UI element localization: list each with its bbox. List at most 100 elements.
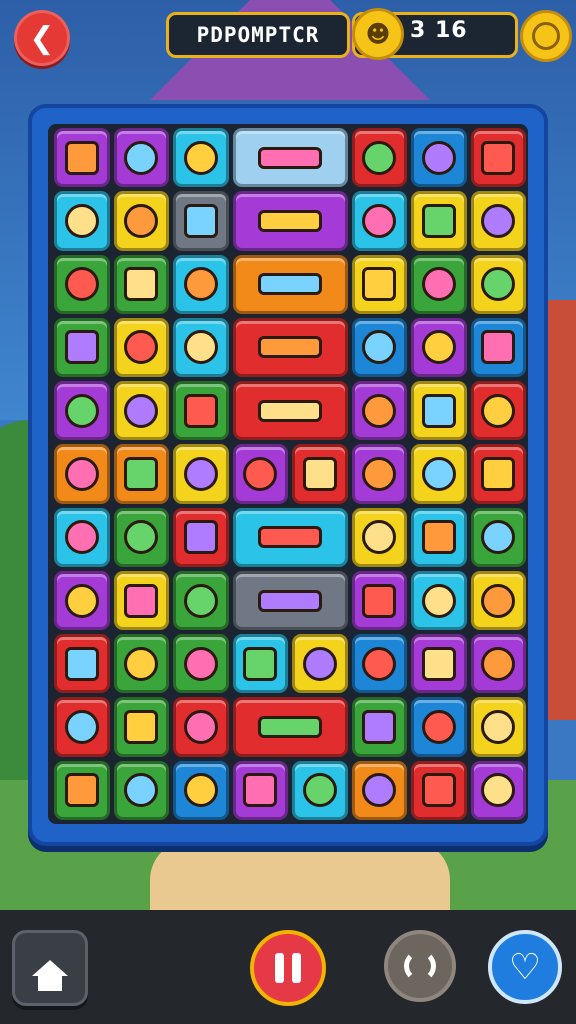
tile-blue-blob[interactable] (113, 570, 169, 631)
tile-globe[interactable] (411, 507, 467, 567)
tile-tree-and-clock[interactable] (232, 507, 348, 567)
tile-crate[interactable] (351, 444, 407, 504)
tile-blue-ball[interactable] (173, 381, 229, 441)
tile-blue-creature[interactable] (54, 191, 110, 251)
tile-jar[interactable] (173, 697, 229, 757)
tile-yellow-tree[interactable] (232, 760, 288, 820)
tile-purple-egg[interactable] (411, 128, 467, 188)
tile-bald-face[interactable] (470, 570, 526, 631)
tile-gingerbread-and-crayon[interactable] (232, 570, 348, 631)
ice-cream-icon (481, 456, 516, 491)
tile-fox-face[interactable] (411, 381, 467, 441)
pause-button[interactable] (250, 930, 326, 1006)
tile-yellow-face[interactable] (470, 507, 526, 567)
tile-red-ball[interactable] (173, 634, 229, 694)
tile-green-blob[interactable] (351, 634, 407, 694)
tile-green-tree[interactable] (232, 634, 288, 694)
tile-robot-face[interactable] (113, 760, 169, 820)
tile-blue-shell[interactable] (351, 697, 407, 757)
back-button[interactable]: ❮ (14, 10, 70, 66)
tile-green-box[interactable] (411, 254, 467, 314)
tile-blue-egg[interactable] (173, 760, 229, 820)
tile-green-tooth[interactable] (351, 317, 407, 378)
tile-pink-balloon[interactable] (173, 254, 229, 314)
tile-girl-face[interactable] (113, 381, 169, 441)
tile-orange-fish[interactable] (113, 634, 169, 694)
cat-face-icon (124, 203, 159, 238)
tile-splash[interactable] (173, 507, 229, 567)
tile-gift-box[interactable] (173, 444, 229, 504)
tile-bowl[interactable] (173, 570, 229, 631)
tile-orange-blob[interactable] (54, 128, 110, 188)
card-icon (481, 710, 516, 745)
tile-green-splat[interactable] (411, 760, 467, 820)
tile-sun-face[interactable] (411, 444, 467, 504)
gray-cat-icon (362, 773, 397, 808)
tile-mushroom[interactable] (292, 444, 348, 504)
hint-button[interactable]: ♡ (488, 930, 562, 1004)
tile-orange-face[interactable] (411, 191, 467, 251)
yellow-face-icon (481, 520, 516, 555)
tile-ghost-and-hammer[interactable] (232, 317, 348, 378)
tile-ear[interactable] (470, 381, 526, 441)
tile-fox-face[interactable] (470, 254, 526, 314)
tile-orange-face[interactable] (470, 760, 526, 820)
tile-toy-box[interactable] (470, 191, 526, 251)
tile-boy-face[interactable] (113, 254, 169, 314)
tile-red-sausage[interactable] (232, 254, 348, 314)
tile-sun-face[interactable] (351, 381, 407, 441)
tile-fox-face[interactable] (470, 128, 526, 188)
tile-pink-germ[interactable] (232, 444, 288, 504)
settings-button[interactable] (520, 10, 572, 62)
fox-face-icon (481, 267, 516, 302)
tile-boy-face[interactable] (173, 317, 229, 378)
tile-pink-shoe[interactable] (351, 191, 407, 251)
tile-girl-face[interactable] (54, 507, 110, 567)
green-splat-icon (421, 773, 456, 808)
tile-cat-face[interactable] (113, 191, 169, 251)
yellow-cat-icon (64, 773, 99, 808)
tile-books[interactable] (173, 128, 229, 188)
tile-ice-cream[interactable] (470, 444, 526, 504)
tile-crate[interactable] (351, 254, 407, 314)
tile-green-leaf[interactable] (470, 317, 526, 378)
home-button[interactable] (12, 930, 88, 1006)
books-icon (183, 140, 218, 175)
tile-note-card[interactable] (54, 634, 110, 694)
tile-pink-bean[interactable] (54, 254, 110, 314)
tile-leaf[interactable] (54, 381, 110, 441)
shuffle-icon (404, 950, 436, 982)
tile-yellow-sprout[interactable] (292, 760, 348, 820)
tile-leaf[interactable] (351, 128, 407, 188)
tile-crayon[interactable] (411, 317, 467, 378)
tile-card[interactable] (470, 697, 526, 757)
tile-girl-face[interactable] (54, 570, 110, 631)
tile-face-with-hat[interactable] (113, 128, 169, 188)
tile-yellow-egg[interactable] (411, 570, 467, 631)
tile-sun-face[interactable] (470, 634, 526, 694)
tile-blue-cat[interactable] (54, 697, 110, 757)
tile-blob-face[interactable] (351, 507, 407, 567)
tile-spiky-burst[interactable] (54, 317, 110, 378)
tile-gray-cat[interactable] (351, 760, 407, 820)
laughing-face-icon (362, 583, 397, 618)
tile-ball-and-brush[interactable] (232, 381, 348, 441)
yellow-egg-icon (421, 583, 456, 618)
tile-tin-can[interactable] (113, 507, 169, 567)
tile-boot[interactable] (173, 191, 229, 251)
tile-wood-plank[interactable] (232, 128, 348, 188)
tile-laughing-face[interactable] (351, 570, 407, 631)
face-with-hat-icon (124, 140, 159, 175)
candy-and-banana-icon (258, 209, 322, 232)
tile-boy-face[interactable] (113, 444, 169, 504)
tile-candy-and-banana[interactable] (232, 191, 348, 251)
tile-smiling-face[interactable] (292, 634, 348, 694)
tile-green-ball[interactable] (411, 634, 467, 694)
shuffle-button[interactable] (384, 930, 456, 1002)
tile-smiling-face[interactable] (113, 317, 169, 378)
tile-smiling-face[interactable] (54, 444, 110, 504)
tile-green-creature[interactable] (113, 697, 169, 757)
tile-yellow-cat[interactable] (54, 760, 110, 820)
tile-purple-splat[interactable] (411, 697, 467, 757)
tile-gem-and-hammer[interactable] (232, 697, 348, 757)
